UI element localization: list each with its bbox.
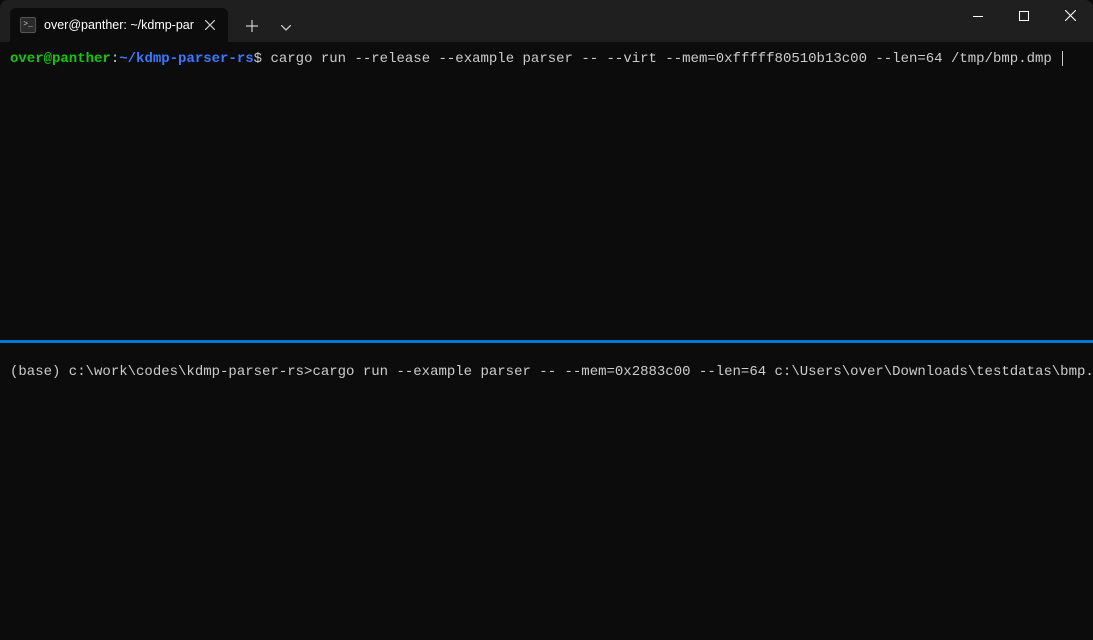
window-controls [955,0,1093,42]
close-window-button[interactable] [1047,0,1093,32]
bottom-pane-line: (base) c:\work\codes\kdmp-parser-rs>carg… [10,364,1093,380]
tab-title: over@panther: ~/kdmp-parse [44,18,194,32]
prompt-symbol: $ [254,51,262,67]
tab-dropdown-button[interactable] [272,14,300,42]
prompt-path: ~/kdmp-parser-rs [119,51,253,67]
maximize-icon [1019,11,1029,21]
maximize-button[interactable] [1001,0,1047,32]
minimize-icon [973,16,983,17]
tab-active[interactable]: >_ over@panther: ~/kdmp-parse [10,8,228,42]
titlebar: >_ over@panther: ~/kdmp-parse [0,0,1093,42]
pane-bottom[interactable]: (base) c:\work\codes\kdmp-parser-rs>carg… [0,343,1093,640]
new-tab-button[interactable] [236,10,268,42]
terminal-icon: >_ [20,17,36,33]
close-icon [1065,10,1076,23]
tab-area: >_ over@panther: ~/kdmp-parse [0,0,955,42]
tab-close-button[interactable] [202,17,218,33]
prompt-user: over@panther [10,51,111,67]
cursor-icon [1062,51,1063,66]
command-text: cargo run --release --example parser -- … [270,51,1051,67]
terminal-body: over@panther:~/kdmp-parser-rs$ cargo run… [0,42,1093,640]
prompt-separator: : [111,51,119,67]
pane-top[interactable]: over@panther:~/kdmp-parser-rs$ cargo run… [0,42,1093,340]
minimize-button[interactable] [955,0,1001,32]
